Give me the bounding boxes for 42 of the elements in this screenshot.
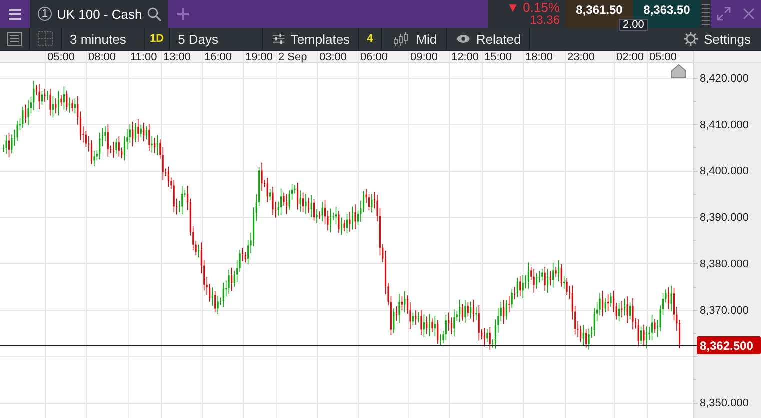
price-axis-label: 8,410.000 xyxy=(700,119,749,132)
add-tab-icon[interactable] xyxy=(177,8,189,20)
spread-badge: 2.00 xyxy=(619,19,648,31)
expand-icon[interactable] xyxy=(716,7,730,21)
settings-icon xyxy=(684,32,698,46)
price-axis-label: 8,370.000 xyxy=(700,304,749,317)
candles-icon xyxy=(394,32,410,46)
current-price-tag: 8,362.500 xyxy=(697,336,761,354)
time-label: 13:00 xyxy=(164,52,192,64)
time-label: 06:00 xyxy=(360,52,388,64)
time-label: 18:00 xyxy=(526,52,554,64)
time-label: 16:00 xyxy=(204,52,232,64)
time-label: 12:00 xyxy=(452,52,480,64)
tab-number: 1 xyxy=(38,7,52,21)
change-points: 13.36 xyxy=(530,14,560,27)
time-label: 23:00 xyxy=(568,52,596,64)
close-icon[interactable] xyxy=(742,8,754,20)
sliders-icon xyxy=(273,33,285,45)
search-icon[interactable] xyxy=(147,6,162,22)
time-label: 15:00 xyxy=(484,52,512,64)
time-label: 2 Sep xyxy=(278,52,308,64)
price-axis-label: 8,390.000 xyxy=(700,212,749,224)
list-icon xyxy=(7,32,22,46)
change-percent: ▼ 0.15% xyxy=(506,1,560,14)
time-label: 03:00 xyxy=(320,52,348,64)
instrument-tab[interactable]: 1 UK 100 - Cash xyxy=(30,0,168,28)
depth-bars-icon[interactable] xyxy=(701,2,711,26)
eye-icon xyxy=(457,34,470,44)
time-label: 05:00 xyxy=(48,52,76,64)
price-axis-label: 8,400.000 xyxy=(700,166,749,178)
time-label: 08:00 xyxy=(88,52,116,64)
price-axis-label: 8,380.000 xyxy=(700,258,749,270)
price-axis-label: 8,350.000 xyxy=(700,398,749,410)
time-label: 02:00 xyxy=(616,52,644,64)
price-axis-label: 8,420.000 xyxy=(700,72,749,85)
time-label: 19:00 xyxy=(246,52,274,64)
menu-icon xyxy=(9,8,21,20)
time-label: 09:00 xyxy=(410,52,438,64)
time-label: 05:00 xyxy=(650,52,678,64)
instrument-name: UK 100 - Cash xyxy=(57,6,142,22)
grid-layout-icon xyxy=(38,31,53,47)
time-label: 11:00 xyxy=(130,52,158,64)
